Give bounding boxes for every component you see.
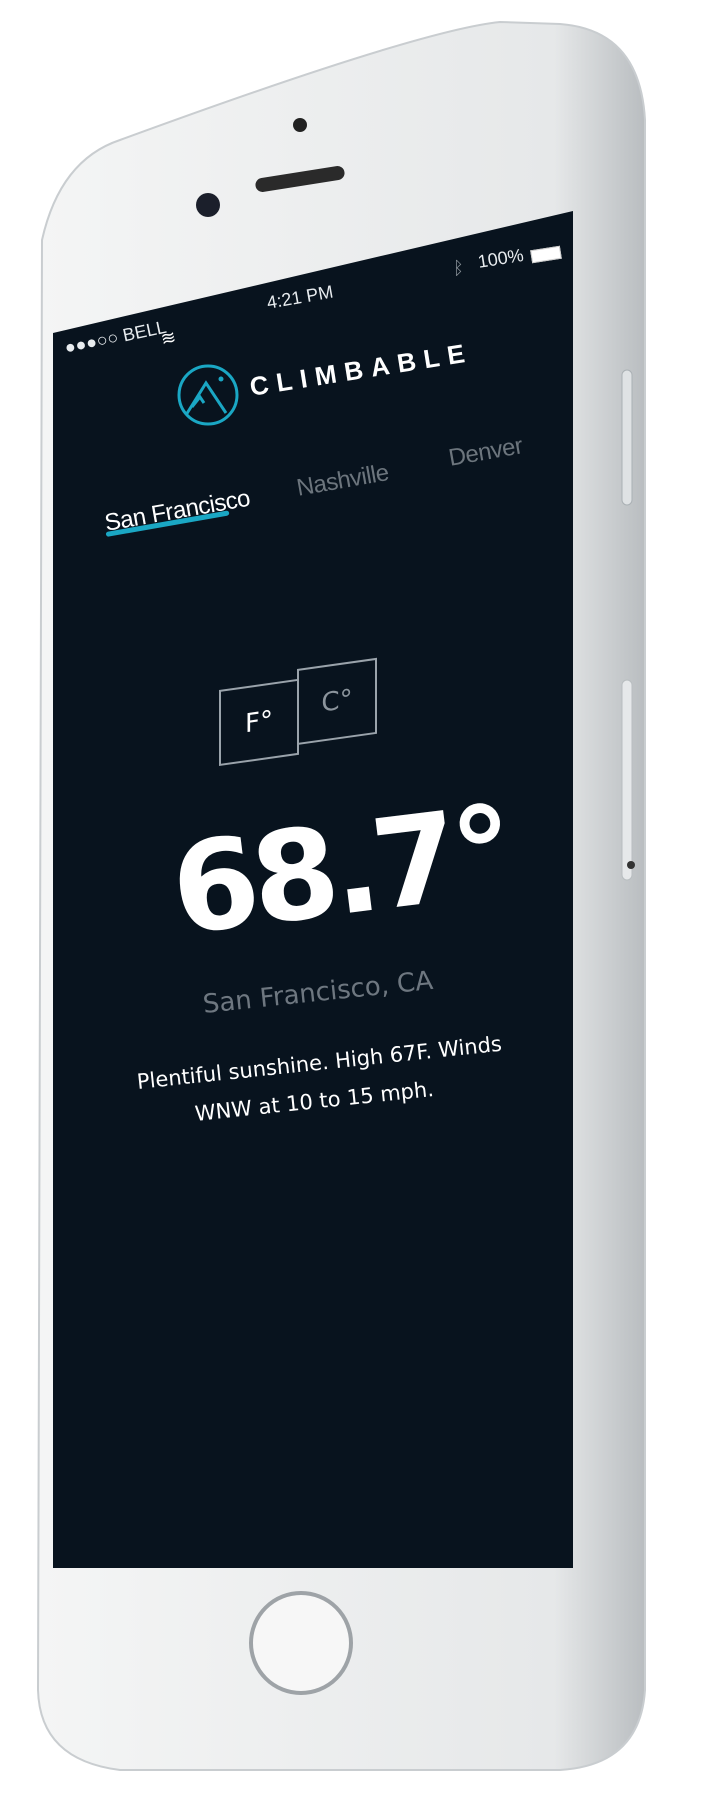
- battery-percent: 100%: [476, 244, 525, 272]
- location-label: San Francisco, CA: [201, 965, 435, 1020]
- proximity-sensor: [293, 118, 307, 132]
- app-title: CLIMBABLE: [247, 336, 475, 402]
- tab-denver[interactable]: Denver: [447, 432, 525, 472]
- app-screen: ●●●○○ BELL ≋ 4:21 PM ᛒ 100% CLIMBABLE Sa…: [53, 211, 573, 1568]
- climbable-logo-icon: [177, 364, 239, 426]
- front-camera-icon: [196, 193, 220, 217]
- side-button: [621, 679, 633, 881]
- volume-button: [621, 369, 633, 506]
- temperature-value: 68.7°: [164, 779, 518, 964]
- tab-nashville[interactable]: Nashville: [295, 459, 391, 503]
- wifi-icon: ≋: [158, 326, 178, 350]
- weather-summary-line-1: Plentiful sunshine. High 67F. Winds: [135, 1031, 503, 1094]
- celsius-button[interactable]: C°: [297, 657, 377, 746]
- fahrenheit-button[interactable]: F°: [219, 678, 299, 766]
- home-button: [249, 1591, 353, 1695]
- weather-summary-line-2: WNW at 10 to 15 mph.: [193, 1076, 435, 1126]
- status-time: 4:21 PM: [265, 281, 335, 313]
- bluetooth-icon: ᛒ: [453, 258, 464, 278]
- unit-toggle: F° C°: [219, 657, 379, 770]
- battery-icon: [530, 245, 562, 264]
